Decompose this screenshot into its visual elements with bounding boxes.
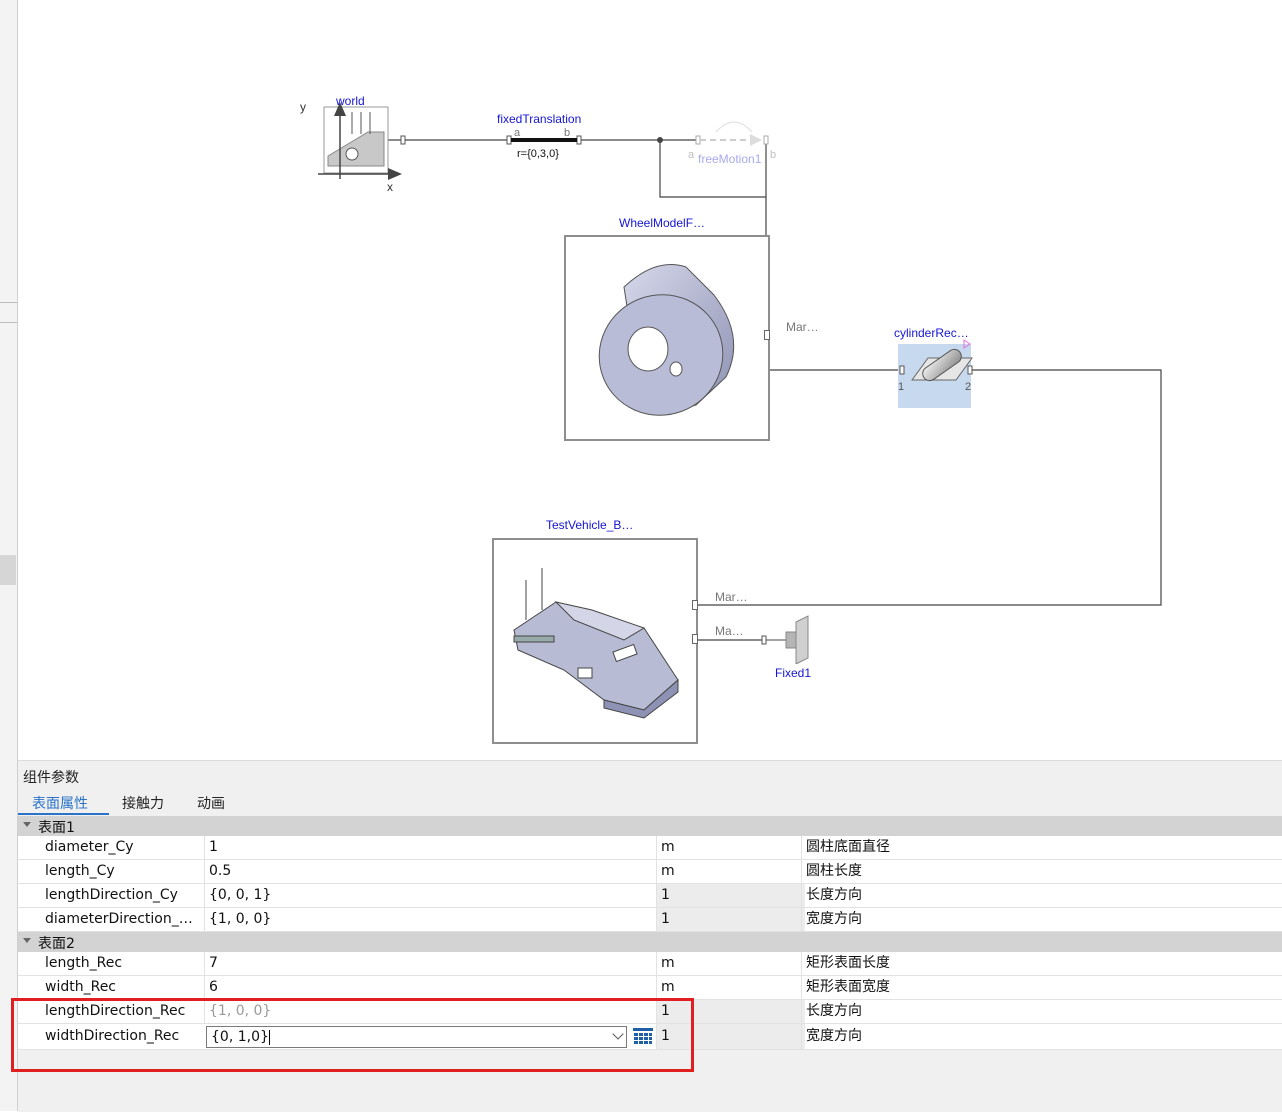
param-description: 宽度方向 [801, 1024, 1282, 1049]
wheel-model-label: WheelModelF… [619, 216, 706, 230]
free-motion-label: freeMotion1 [698, 152, 762, 166]
tab-contact-force[interactable]: 接触力 [122, 793, 164, 813]
test-vehicle-label: TestVehicle_B… [546, 518, 634, 532]
sidebar-divider [0, 302, 17, 303]
param-row[interactable]: width_Rec 6 m 矩形表面宽度 [18, 976, 1282, 1000]
test-vehicle-component[interactable]: TestVehicle_B… Mar… Ma… [491, 516, 751, 746]
highlight-box [11, 998, 694, 1072]
param-description: 矩形表面长度 [801, 952, 1282, 975]
test-vehicle-connector-2[interactable] [692, 634, 698, 644]
fixed-icon [761, 615, 809, 664]
param-description: 圆柱底面直径 [801, 836, 1282, 859]
param-row[interactable]: lengthDirection_Cy {0, 0, 1} 1 长度方向 [18, 884, 1282, 908]
group-header-surface1[interactable]: 表面1 [18, 816, 1282, 836]
fixed-label: Fixed1 [775, 666, 812, 680]
param-name: lengthDirection_Cy [45, 887, 178, 903]
panel-title: 组件参数 [23, 770, 79, 786]
free-motion-port-b: b [770, 149, 777, 161]
test-vehicle-connector-1[interactable] [692, 600, 698, 610]
param-description: 宽度方向 [801, 908, 1282, 931]
param-unit: m [656, 860, 805, 883]
world-icon [318, 102, 406, 180]
cylinder-port-2: 2 [965, 381, 972, 393]
world-component[interactable]: world y x [300, 94, 418, 194]
param-value[interactable]: 6 [204, 976, 661, 999]
param-row[interactable]: length_Cy 0.5 m 圆柱长度 [18, 860, 1282, 884]
group-header-surface2[interactable]: 表面2 [18, 932, 1282, 952]
param-name: diameterDirection_… [45, 911, 193, 927]
param-unit: m [656, 952, 805, 975]
param-unit: m [656, 836, 805, 859]
param-row[interactable]: diameter_Cy 1 m 圆柱底面直径 [18, 836, 1282, 860]
sidebar-splitter-handle[interactable] [0, 555, 16, 585]
group-label: 表面2 [38, 936, 75, 952]
param-value[interactable]: {1, 0, 0} [204, 908, 661, 931]
sidebar-divider [0, 322, 17, 323]
fixed-translation-param: r={0,3,0} [517, 148, 559, 160]
param-name: width_Rec [45, 979, 116, 995]
collapse-arrow-icon[interactable] [23, 822, 31, 827]
wheel-model-component[interactable]: WheelModelF… Mar… [563, 214, 833, 444]
param-unit: m [656, 976, 805, 999]
fixed-component[interactable]: Fixed1 [758, 614, 828, 684]
cylinder-rec-component[interactable]: cylinderRec… 1 2 [890, 322, 980, 412]
param-description: 长度方向 [801, 884, 1282, 907]
param-description: 矩形表面宽度 [801, 976, 1282, 999]
tab-animation[interactable]: 动画 [197, 793, 225, 813]
wheel-model-connector[interactable] [764, 330, 770, 340]
vehicle-image [513, 568, 679, 719]
param-value[interactable]: 7 [204, 952, 661, 975]
param-value[interactable]: {0, 0, 1} [204, 884, 661, 907]
param-name: length_Rec [45, 955, 123, 971]
param-name: length_Cy [45, 863, 115, 879]
param-row[interactable]: diameterDirection_… {1, 0, 0} 1 宽度方向 [18, 908, 1282, 932]
param-value[interactable]: 1 [204, 836, 661, 859]
group-label: 表面1 [38, 820, 75, 836]
cylinder-icon [899, 339, 973, 382]
free-motion-port-a: a [688, 149, 695, 161]
wheel-model-box [564, 235, 770, 441]
cylinder-port-1: 1 [898, 381, 905, 393]
param-unit: 1 [656, 908, 805, 931]
active-tab-indicator [18, 813, 109, 815]
wheel-image [598, 264, 735, 416]
param-name: diameter_Cy [45, 839, 134, 855]
diagram-canvas[interactable]: world y x fixedTranslation a b r={0,3,0} [18, 0, 1282, 760]
param-row[interactable]: length_Rec 7 m 矩形表面长度 [18, 952, 1282, 976]
test-vehicle-box [492, 538, 698, 744]
param-description: 长度方向 [801, 1000, 1282, 1023]
test-vehicle-port-1: Mar… [715, 590, 748, 604]
world-axis-y: y [300, 100, 306, 114]
tab-surface-properties[interactable]: 表面属性 [32, 793, 88, 813]
param-unit: 1 [656, 884, 805, 907]
collapse-arrow-icon[interactable] [23, 938, 31, 943]
fixed-translation-component[interactable]: fixedTranslation a b r={0,3,0} [494, 110, 594, 162]
param-description: 圆柱长度 [801, 860, 1282, 883]
left-sidebar [0, 0, 18, 1111]
param-value[interactable]: 0.5 [204, 860, 661, 883]
free-motion-component[interactable]: a freeMotion1 b [686, 108, 786, 168]
test-vehicle-port-2: Ma… [715, 624, 744, 638]
wheel-model-port: Mar… [786, 320, 819, 334]
